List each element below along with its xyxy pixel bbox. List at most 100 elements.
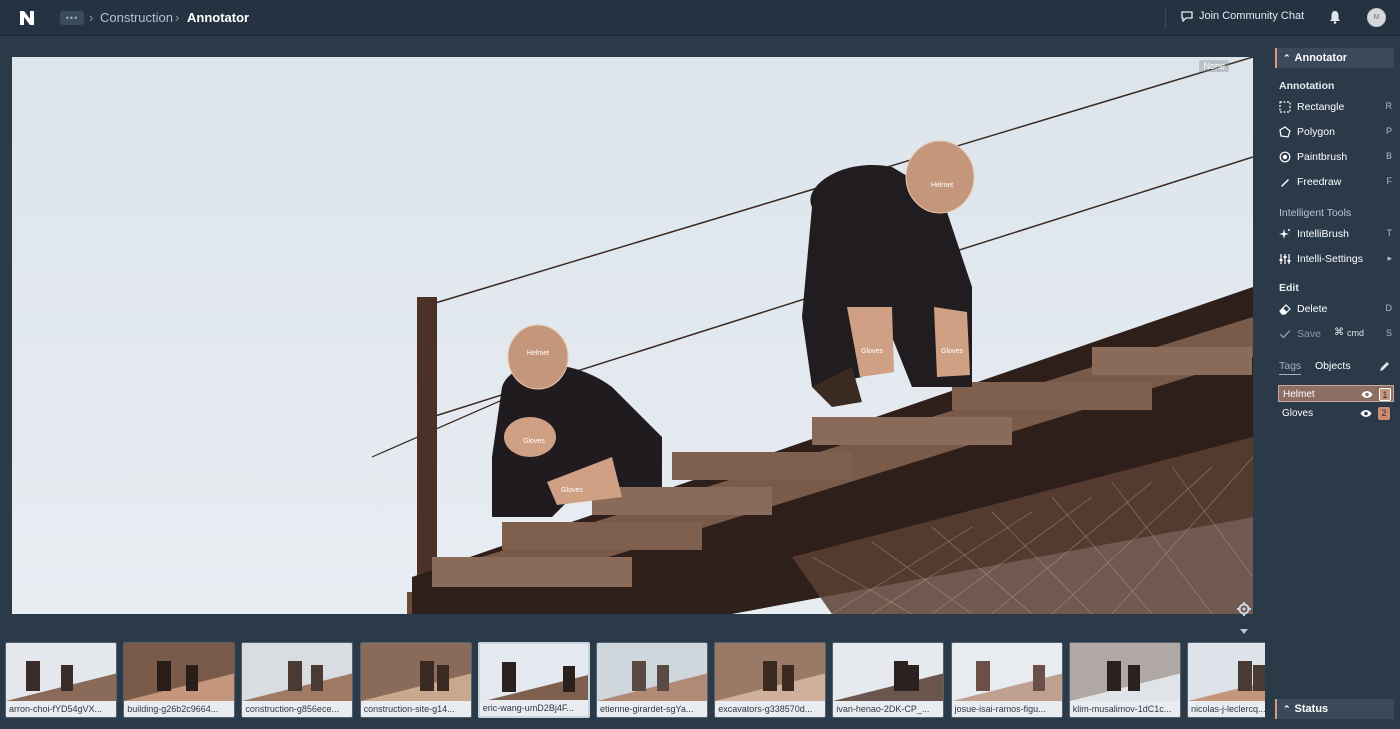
tag-row-helmet[interactable]: Helmet 1 <box>1278 385 1394 402</box>
tag-number: 2 <box>1378 407 1390 420</box>
filmstrip-collapse-chevron-icon[interactable] <box>1240 629 1248 635</box>
rectangle-shortcut: R <box>1385 101 1393 111</box>
breadcrumb-more-button[interactable]: ••• <box>60 11 84 25</box>
visibility-eye-icon[interactable] <box>1361 390 1373 399</box>
topbar-divider <box>1165 8 1166 28</box>
freedraw-tool[interactable]: Freedraw F <box>1279 174 1392 190</box>
thumbnail-caption: construction-site-g14... <box>360 701 471 717</box>
panel-header-label: Annotator <box>1294 52 1348 64</box>
polygon-tool[interactable]: Polygon P <box>1279 124 1392 140</box>
thumbnail-image <box>833 643 944 701</box>
delete-shortcut: D <box>1385 303 1393 313</box>
check-icon <box>1279 330 1291 339</box>
chevron-right-icon: ▸ <box>1387 253 1392 263</box>
thumbnail-caption: josue-isai-ramos-figu... <box>951 701 1062 717</box>
annotation-canvas[interactable]: Helmet Helmet Gloves Gloves Gloves Glove… <box>12 57 1253 614</box>
join-community-button[interactable]: Join Community Chat <box>1181 10 1304 22</box>
user-avatar[interactable]: M <box>1367 8 1386 27</box>
tab-objects[interactable]: Objects <box>1315 360 1351 372</box>
thumbnail-caption: nicolas-j-leclercq... <box>1188 701 1265 717</box>
polygon-tool-label: Polygon <box>1297 126 1335 138</box>
intellibrush-tool[interactable]: IntelliBrush T <box>1279 226 1392 242</box>
thumbnail-image <box>242 643 353 701</box>
filmstrip-thumbnail[interactable]: josue-isai-ramos-figu... <box>950 642 1063 718</box>
gloves-annotation-label: Gloves <box>941 348 963 355</box>
thumbnail-caption: eric-wang-umD2Bj4F... <box>479 700 588 716</box>
filmstrip-thumbnail[interactable]: construction-g856ece... <box>241 642 354 718</box>
polygon-icon <box>1279 126 1291 138</box>
tab-tags[interactable]: Tags <box>1279 360 1302 375</box>
delete-tool[interactable]: Delete D <box>1279 301 1392 317</box>
visibility-eye-icon[interactable] <box>1360 409 1372 418</box>
app-logo-icon[interactable] <box>18 9 36 27</box>
paintbrush-tool[interactable]: Paintbrush B <box>1279 149 1392 165</box>
gloves-annotation-label: Gloves <box>561 487 583 494</box>
filmstrip-thumbnail[interactable]: nicolas-j-leclercq... <box>1187 642 1265 718</box>
annotation-section-title: Annotation <box>1279 80 1335 92</box>
thumbnail-image <box>6 643 116 701</box>
intelli-settings-menu[interactable]: Intelli-Settings ▸ <box>1279 251 1392 267</box>
filmstrip-thumbnail[interactable]: arron-choi-fYD54gVX... <box>5 642 117 718</box>
thumbnail-image <box>124 643 235 701</box>
status-header-label: Status <box>1294 703 1329 715</box>
paintbrush-tool-label: Paintbrush <box>1297 151 1348 163</box>
sparkle-icon <box>1279 229 1290 239</box>
thumbnail-caption: ivan-henao-2DK-CP_... <box>833 701 944 717</box>
filmstrip-thumbnail[interactable]: excavators-g338570d... <box>714 642 827 718</box>
chat-icon <box>1181 10 1193 22</box>
delete-tool-label: Delete <box>1297 303 1328 315</box>
tag-number: 1 <box>1379 388 1391 401</box>
save-modifier: cmd <box>1347 328 1365 338</box>
tag-name: Gloves <box>1282 408 1314 419</box>
status-panel-header[interactable]: ⌃ Status <box>1275 699 1394 719</box>
breadcrumb-project[interactable]: Construction <box>100 10 173 25</box>
gloves-annotation-label: Gloves <box>523 438 545 445</box>
freedraw-icon <box>1281 179 1289 187</box>
image-filmstrip: arron-choi-fYD54gVX... building-g26b2c966… <box>0 640 1265 729</box>
rectangle-icon <box>1279 101 1291 113</box>
mode-badge[interactable]: None <box>1199 60 1229 72</box>
tag-name: Helmet <box>1283 389 1315 400</box>
tag-row-gloves[interactable]: Gloves 2 <box>1278 405 1394 422</box>
filmstrip-thumbnail[interactable]: etienne-girardet-sgYa... <box>596 642 708 718</box>
helmet-annotation-label: Helmet <box>931 182 953 189</box>
paintbrush-icon <box>1279 151 1291 163</box>
top-bar: ••• › Construction › Annotator Join Comm… <box>0 0 1400 36</box>
intellibrush-tool-label: IntelliBrush <box>1297 228 1349 240</box>
thumbnail-caption: klim-musalimov-1dC1c... <box>1069 701 1180 717</box>
filmstrip-thumbnail[interactable]: building-g26b2c9664... <box>123 642 236 718</box>
thumbnail-image <box>479 644 588 702</box>
command-key-icon: ⌘ <box>1334 327 1344 338</box>
rectangle-tool[interactable]: Rectangle R <box>1279 99 1392 115</box>
thumbnail-caption: building-g26b2c9664... <box>124 701 235 717</box>
breadcrumb-separator: › <box>89 10 94 25</box>
save-shortcut: S <box>1385 328 1392 338</box>
filmstrip-thumbnail[interactable]: construction-site-g14... <box>359 642 472 718</box>
rectangle-tool-label: Rectangle <box>1297 101 1345 113</box>
canvas-settings-gear-icon[interactable] <box>1237 602 1251 616</box>
eraser-icon <box>1279 304 1291 315</box>
helmet-annotation-label: Helmet <box>527 350 549 357</box>
notifications-bell-icon[interactable] <box>1329 10 1341 24</box>
edit-pencil-icon[interactable] <box>1379 361 1390 372</box>
breadcrumb-separator: › <box>175 10 180 25</box>
save-button[interactable]: Save ⌘ cmd S <box>1279 326 1392 342</box>
chevron-up-icon: ⌃ <box>1283 53 1291 63</box>
thumbnail-image <box>360 643 471 701</box>
filmstrip-thumbnail[interactable]: klim-musalimov-1dC1c... <box>1068 642 1181 718</box>
thumbnail-image <box>715 643 826 701</box>
thumbnail-image <box>1069 643 1180 701</box>
edit-section-title: Edit <box>1279 282 1299 294</box>
polygon-shortcut: P <box>1385 126 1392 136</box>
annotator-panel-header[interactable]: ⌃ Annotator <box>1275 48 1394 68</box>
tags-objects-tabs: Tags Objects <box>1279 360 1392 378</box>
filmstrip-thumbnail[interactable]: eric-wang-umD2Bj4F... <box>477 642 590 718</box>
freedraw-shortcut: F <box>1386 176 1393 186</box>
join-community-label: Join Community Chat <box>1199 10 1305 22</box>
breadcrumb-current-page: Annotator <box>187 10 250 25</box>
thumbnail-caption: arron-choi-fYD54gVX... <box>6 701 116 717</box>
thumbnail-image <box>951 643 1062 701</box>
gloves-annotation-label: Gloves <box>861 348 883 355</box>
freedraw-tool-label: Freedraw <box>1297 176 1342 188</box>
filmstrip-thumbnail[interactable]: ivan-henao-2DK-CP_... <box>832 642 945 718</box>
